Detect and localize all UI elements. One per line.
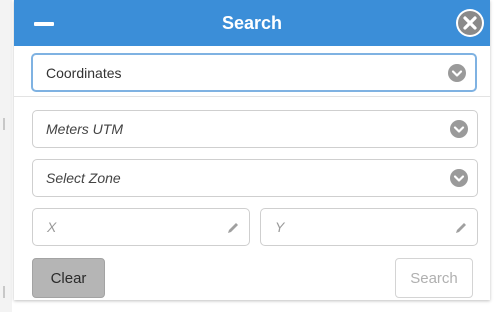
map-edge [0,0,12,312]
minimize-icon [34,22,54,26]
chevron-down-icon [448,63,466,82]
minimize-button[interactable] [34,16,70,32]
clear-button[interactable]: Clear [32,258,105,298]
search-button[interactable]: Search [395,258,473,298]
units-value: Meters UTM [46,121,123,137]
pencil-icon [228,223,238,233]
units-dropdown[interactable]: Meters UTM [32,110,478,148]
search-type-section: Coordinates [14,46,490,96]
zone-dropdown[interactable]: Select Zone [32,159,478,197]
search-type-dropdown[interactable]: Coordinates [31,53,477,92]
zone-value: Select Zone [46,170,121,186]
panel-header: Search [14,0,490,46]
chevron-down-icon [450,120,468,138]
close-icon [463,16,477,30]
map-feature-mark [3,118,5,130]
search-panel: Search Coordinates Meters UTM Select Zon… [14,0,490,300]
y-placeholder: Y [275,219,285,235]
x-coordinate-input[interactable]: X [32,208,250,246]
close-button[interactable] [456,9,484,37]
section-divider [14,96,490,97]
x-placeholder: X [47,219,57,235]
map-feature-mark [3,286,5,298]
search-type-value: Coordinates [46,64,122,81]
y-coordinate-input[interactable]: Y [260,208,478,246]
chevron-down-icon [450,169,468,187]
panel-title: Search [221,13,283,33]
pencil-icon [456,223,466,233]
